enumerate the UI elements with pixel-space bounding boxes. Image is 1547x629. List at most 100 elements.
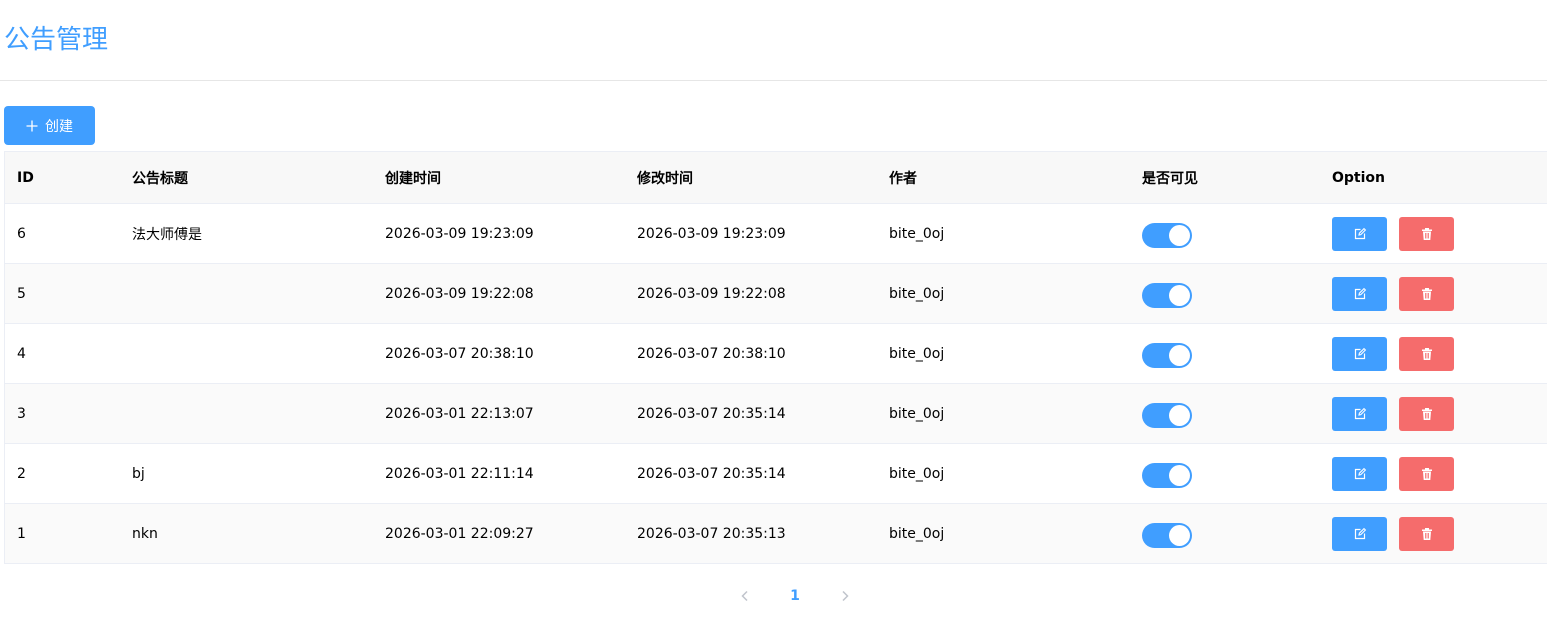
table-row: 5 2026-03-09 19:22:08 2026-03-09 19:22:08 b… [5, 264, 1547, 324]
create-button-label: 创建 [45, 118, 73, 135]
announcement-table: ID 公告标题 创建时间 修改时间 作者 是否可见 Option 6 法大师傅是 2… [4, 151, 1547, 564]
delete-button[interactable] [1399, 336, 1454, 371]
cell-id: 3 [17, 405, 26, 422]
edit-icon [1354, 347, 1366, 359]
table-row: 3 2026-03-01 22:13:07 2026-03-07 20:35:14 b… [5, 384, 1547, 444]
toggle-knob [1169, 525, 1190, 546]
table-row: 4 2026-03-07 20:38:10 2026-03-07 20:38:10 b… [5, 324, 1547, 384]
cell-modified-time: 2026-03-09 19:22:08 [637, 285, 786, 302]
cell-option [1332, 396, 1532, 431]
cell-created-time: 2026-03-09 19:23:09 [385, 225, 534, 242]
trash-icon [1421, 467, 1432, 480]
create-button[interactable]: 创建 [4, 106, 95, 145]
table-header: ID 公告标题 创建时间 修改时间 作者 是否可见 Option [5, 151, 1547, 204]
page-title: 公告管理 [4, 25, 109, 55]
cell-author: bite_0oj [889, 225, 945, 242]
cell-modified-time: 2026-03-07 20:35:13 [637, 525, 786, 542]
edit-icon [1354, 407, 1366, 419]
cell-modified-time: 2026-03-07 20:35:14 [637, 465, 786, 482]
cell-id: 4 [17, 345, 26, 362]
table-row: 1 nkn 2026-03-01 22:09:27 2026-03-07 20:35:… [5, 504, 1547, 564]
header-modified-time: 修改时间 [637, 170, 693, 187]
visibility-toggle[interactable] [1142, 343, 1192, 368]
chevron-left-icon [741, 590, 748, 602]
toggle-knob [1169, 285, 1190, 306]
delete-button[interactable] [1399, 216, 1454, 251]
prev-page-button[interactable] [730, 583, 760, 609]
cell-option [1332, 216, 1532, 251]
toggle-knob [1169, 465, 1190, 486]
edit-icon [1354, 287, 1366, 299]
page-number-current[interactable]: 1 [790, 588, 800, 604]
cell-created-time: 2026-03-01 22:09:27 [385, 525, 534, 542]
cell-modified-time: 2026-03-07 20:38:10 [637, 345, 786, 362]
cell-option [1332, 336, 1532, 371]
edit-button[interactable] [1332, 276, 1387, 311]
cell-created-time: 2026-03-09 19:22:08 [385, 285, 534, 302]
cell-visible [1142, 219, 1332, 248]
trash-icon [1421, 347, 1432, 360]
edit-button[interactable] [1332, 516, 1387, 551]
trash-icon [1421, 527, 1432, 540]
cell-author: bite_0oj [889, 405, 945, 422]
visibility-toggle[interactable] [1142, 463, 1192, 488]
delete-button[interactable] [1399, 456, 1454, 491]
trash-icon [1421, 407, 1432, 420]
delete-button[interactable] [1399, 516, 1454, 551]
cell-id: 2 [17, 465, 26, 482]
cell-modified-time: 2026-03-07 20:35:14 [637, 405, 786, 422]
edit-icon [1354, 467, 1366, 479]
cell-created-time: 2026-03-07 20:38:10 [385, 345, 534, 362]
cell-visible [1142, 399, 1332, 428]
cell-modified-time: 2026-03-09 19:23:09 [637, 225, 786, 242]
cell-author: bite_0oj [889, 285, 945, 302]
cell-visible [1142, 279, 1332, 308]
header-author: 作者 [889, 170, 917, 187]
edit-button[interactable] [1332, 456, 1387, 491]
cell-created-time: 2026-03-01 22:11:14 [385, 465, 534, 482]
header-created-time: 创建时间 [385, 170, 441, 187]
edit-button[interactable] [1332, 216, 1387, 251]
cell-visible [1142, 339, 1332, 368]
header-option: Option [1332, 169, 1385, 186]
title-divider [0, 80, 1547, 81]
cell-option [1332, 516, 1532, 551]
visibility-toggle[interactable] [1142, 283, 1192, 308]
table-body: 6 法大师傅是 2026-03-09 19:23:09 2026-03-09 19:2… [5, 204, 1547, 564]
next-page-button[interactable] [830, 583, 860, 609]
cell-id: 5 [17, 285, 26, 302]
visibility-toggle[interactable] [1142, 523, 1192, 548]
plus-icon [26, 120, 38, 131]
trash-icon [1421, 287, 1432, 300]
header-title: 公告标题 [132, 170, 188, 187]
edit-icon [1354, 227, 1366, 239]
cell-author: bite_0oj [889, 345, 945, 362]
chevron-right-icon [842, 590, 849, 602]
pagination: 1 [730, 583, 860, 609]
cell-author: bite_0oj [889, 465, 945, 482]
cell-visible [1142, 459, 1332, 488]
toggle-knob [1169, 225, 1190, 246]
cell-title: 法大师傅是 [132, 226, 202, 243]
trash-icon [1421, 227, 1432, 240]
toggle-knob [1169, 405, 1190, 426]
cell-option [1332, 276, 1532, 311]
cell-visible [1142, 519, 1332, 548]
edit-button[interactable] [1332, 396, 1387, 431]
edit-icon [1354, 527, 1366, 539]
table-row: 6 法大师傅是 2026-03-09 19:23:09 2026-03-09 19:2… [5, 204, 1547, 264]
delete-button[interactable] [1399, 276, 1454, 311]
table-row: 2 bj 2026-03-01 22:11:14 2026-03-07 20:35:1… [5, 444, 1547, 504]
cell-created-time: 2026-03-01 22:13:07 [385, 405, 534, 422]
cell-id: 6 [17, 225, 26, 242]
delete-button[interactable] [1399, 396, 1454, 431]
visibility-toggle[interactable] [1142, 223, 1192, 248]
cell-author: bite_0oj [889, 525, 945, 542]
edit-button[interactable] [1332, 336, 1387, 371]
toggle-knob [1169, 345, 1190, 366]
visibility-toggle[interactable] [1142, 403, 1192, 428]
cell-id: 1 [17, 525, 26, 542]
cell-title: bj [132, 465, 145, 482]
header-id: ID [17, 169, 34, 186]
header-visible: 是否可见 [1142, 170, 1198, 187]
